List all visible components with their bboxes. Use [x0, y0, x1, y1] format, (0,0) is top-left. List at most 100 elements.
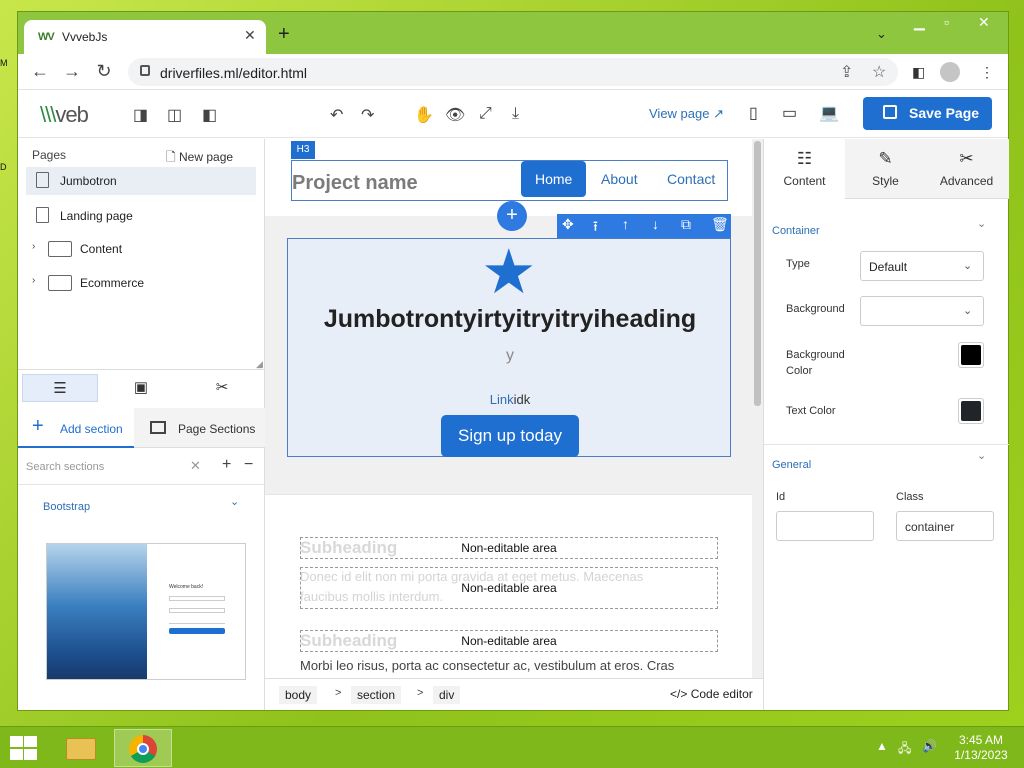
move-icon[interactable]: ✥ — [562, 216, 574, 233]
background-select[interactable]: ⌄ — [860, 296, 984, 326]
nav-about[interactable]: About — [587, 161, 652, 197]
tab-content[interactable]: ☷ Content — [764, 139, 845, 200]
page-sections-tab[interactable]: Page Sections — [134, 408, 265, 448]
sign-up-button[interactable]: Sign up today — [441, 415, 579, 457]
project-name-heading[interactable]: Project name — [292, 172, 418, 195]
new-tab-button[interactable]: + — [278, 24, 290, 44]
body-paragraph[interactable]: Morbi leo risus, porta ac consectetur ac… — [300, 658, 674, 673]
chevron-down-icon[interactable]: ⌄ — [977, 217, 986, 230]
search-input[interactable]: Search sections — [26, 461, 104, 473]
close-icon[interactable]: ✕ — [244, 27, 256, 44]
chevron-down-icon[interactable]: ⌄ — [977, 449, 986, 462]
browser-tab[interactable]: WV VvvebJs ✕ — [24, 20, 266, 54]
chevron-right-icon[interactable]: › — [32, 241, 35, 252]
minimize-icon[interactable]: ▁ — [914, 14, 925, 31]
desktop-view-icon[interactable]: 💻 — [819, 103, 839, 123]
profile-avatar[interactable] — [940, 62, 960, 82]
menu-dots-icon[interactable]: ⋮ — [980, 64, 994, 81]
bootstrap-group[interactable]: Bootstrap — [43, 501, 90, 513]
collapse-all-icon[interactable]: − — [244, 456, 253, 474]
jumbotron-subtext[interactable]: y — [288, 347, 732, 365]
type-select[interactable]: Default ⌄ — [860, 251, 984, 281]
canvas-scrollbar[interactable] — [752, 139, 763, 678]
hand-icon[interactable]: ✋ — [414, 105, 434, 125]
network-icon[interactable]: 🖧 — [898, 739, 911, 760]
url-text[interactable]: driverfiles.ml/editor.html — [160, 65, 307, 81]
add-element-button[interactable]: + — [497, 201, 527, 231]
clear-icon[interactable]: ✕ — [190, 458, 201, 474]
nav-home[interactable]: Home — [521, 161, 587, 197]
address-bar[interactable]: driverfiles.ml/editor.html ⇪ ☆ — [128, 58, 898, 86]
start-button[interactable] — [8, 735, 38, 761]
code-editor-button[interactable]: </> Code editor — [670, 687, 753, 701]
header-container[interactable]: Project name Home About Contact — [291, 160, 728, 201]
breadcrumb-section[interactable]: section — [351, 686, 402, 704]
non-editable-area: Non-editable area — [300, 567, 718, 609]
undo-icon[interactable]: ↶ — [330, 105, 343, 125]
sections-tab[interactable]: ☰ — [22, 374, 98, 402]
general-section-title[interactable]: General — [772, 459, 811, 471]
sidebar-icon[interactable]: ◧ — [912, 64, 925, 81]
section-thumbnail[interactable]: Welcome back! — [46, 543, 246, 680]
class-input[interactable]: container — [896, 511, 994, 541]
mobile-view-icon[interactable]: ▯ — [749, 103, 758, 123]
breadcrumb-body[interactable]: body — [279, 686, 318, 704]
folder-item-content[interactable]: › Content — [26, 235, 256, 263]
volume-icon[interactable]: 🔊 — [922, 739, 937, 753]
scroll-thumb[interactable] — [754, 141, 761, 406]
star-icon[interactable]: ☆ — [872, 62, 886, 82]
tab-advanced[interactable]: ✂ Advanced — [926, 139, 1007, 199]
trash-icon[interactable]: 🗑 — [711, 216, 729, 233]
thumbnail-field — [169, 608, 225, 613]
system-clock[interactable]: 3:45 AM 1/13/2023 — [946, 733, 1016, 763]
blocks-tab[interactable]: ▣ — [103, 374, 179, 402]
tab-style[interactable]: ✎ Style — [845, 139, 926, 199]
tablet-view-icon[interactable]: ▭ — [782, 103, 797, 123]
eye-icon[interactable]: 👁 — [445, 105, 465, 125]
background-color-picker[interactable] — [958, 342, 984, 368]
view-page-link[interactable]: View page ↗ — [649, 106, 724, 122]
reload-icon[interactable]: ↻ — [92, 60, 116, 82]
new-page-button[interactable]: 🗋 New page — [166, 148, 233, 169]
back-arrow-icon[interactable]: ← — [28, 60, 52, 82]
page-item-jumbotron[interactable]: Jumbotron — [26, 167, 256, 195]
chevron-right-icon[interactable]: › — [32, 275, 35, 286]
text-color-picker[interactable] — [958, 398, 984, 424]
forward-arrow-icon[interactable]: → — [60, 60, 84, 82]
redo-icon[interactable]: ↷ — [361, 105, 374, 125]
chrome-app[interactable] — [114, 729, 172, 767]
select-parent-icon[interactable]: ⭱ — [593, 216, 598, 240]
jumbotron-link[interactable]: Link — [490, 392, 514, 407]
download-icon[interactable]: ⤓ — [512, 105, 519, 123]
jumbotron-section[interactable]: ★ Jumbotrontyirtyitryitryiheading y Link… — [287, 238, 731, 457]
components-tab[interactable]: ✂ — [184, 374, 260, 402]
breadcrumb-div[interactable]: div — [433, 686, 461, 704]
chevron-down-icon[interactable]: ⌄ — [230, 495, 239, 508]
id-input[interactable] — [776, 511, 874, 541]
chevron-down-icon[interactable]: ⌄ — [876, 26, 887, 42]
desktop-icon[interactable]: D — [0, 162, 12, 176]
folder-item-ecommerce[interactable]: › Ecommerce — [26, 269, 256, 297]
clone-icon[interactable]: ⧉ — [681, 216, 691, 233]
jumbotron-heading[interactable]: Jumbotrontyirtyitryitryiheading — [288, 305, 732, 334]
save-page-button[interactable]: Save Page — [863, 97, 992, 130]
window-close-icon[interactable]: ✕ — [978, 14, 990, 31]
tray-overflow-icon[interactable]: ▲ — [876, 739, 888, 753]
expand-all-icon[interactable]: + — [222, 456, 231, 474]
toggle-left-panel-icon[interactable]: ◨ — [133, 105, 148, 125]
move-up-icon[interactable]: ↑ — [622, 216, 629, 232]
file-explorer-app[interactable] — [52, 729, 110, 767]
maximize-icon[interactable]: ▫ — [944, 14, 949, 30]
move-down-icon[interactable]: ↓ — [652, 216, 659, 232]
page-item-landing[interactable]: Landing page — [26, 202, 256, 230]
fullscreen-icon[interactable]: ⤢ — [479, 105, 492, 123]
share-icon[interactable]: ⇪ — [840, 62, 853, 82]
container-section-title[interactable]: Container — [772, 225, 820, 237]
star-icon[interactable]: ★ — [481, 242, 537, 304]
toggle-split-icon[interactable]: ◫ — [167, 105, 182, 125]
nav-contact[interactable]: Contact — [653, 161, 729, 197]
desktop-icon[interactable]: M — [0, 58, 12, 72]
jumbotron-link-line[interactable]: Linkidk — [288, 392, 732, 407]
add-section-tab[interactable]: + Add section — [18, 408, 134, 448]
toggle-right-panel-icon[interactable]: ◧ — [202, 105, 217, 125]
